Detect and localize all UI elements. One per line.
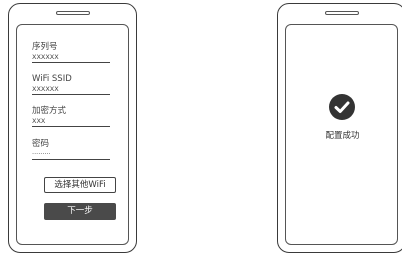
- check-circle-icon: [329, 94, 355, 120]
- success-message: 配置成功: [325, 131, 360, 141]
- encryption-label: 加密方式: [32, 106, 67, 116]
- speaker-slot: [55, 11, 90, 15]
- password-field[interactable]: 密码 ·········: [32, 139, 110, 160]
- serial-number-field[interactable]: 序列号 XXXXXX: [32, 42, 110, 63]
- speaker-slot: [324, 11, 359, 15]
- serial-number-value[interactable]: XXXXXX: [32, 53, 110, 63]
- select-other-wifi-button[interactable]: 选择其他WiFi: [44, 177, 116, 193]
- phone-frame-right: 配置成功: [277, 3, 402, 253]
- wifi-ssid-value[interactable]: XXXXXX: [32, 85, 110, 95]
- password-label: 密码: [32, 139, 50, 149]
- encryption-field[interactable]: 加密方式 XXX: [32, 106, 110, 127]
- next-step-button[interactable]: 下一步: [44, 203, 116, 220]
- phone-frame-left: 序列号 XXXXXX WiFi SSID XXXXXX 加密方式 XXX 密码 …: [8, 3, 137, 253]
- serial-number-label: 序列号: [32, 42, 58, 52]
- password-value[interactable]: ·········: [32, 150, 110, 160]
- wifi-ssid-label: WiFi SSID: [32, 74, 72, 84]
- encryption-value[interactable]: XXX: [32, 117, 110, 127]
- wifi-config-screen: 序列号 XXXXXX WiFi SSID XXXXXX 加密方式 XXX 密码 …: [16, 24, 129, 245]
- success-screen: 配置成功: [285, 24, 398, 245]
- wifi-ssid-field[interactable]: WiFi SSID XXXXXX: [32, 74, 110, 95]
